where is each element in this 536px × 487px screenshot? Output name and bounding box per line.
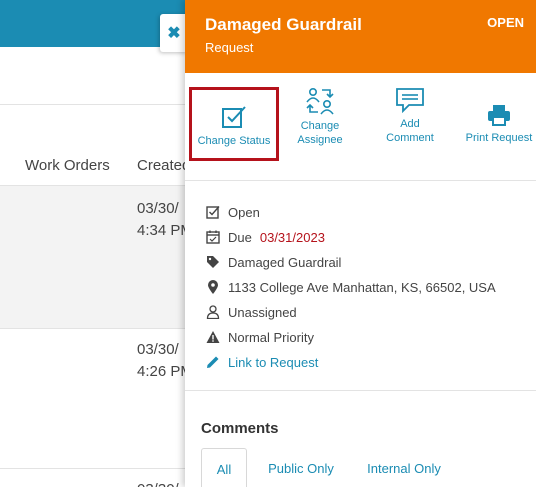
print-request-label: Print Request [465,132,533,144]
priority-text: Normal Priority [228,329,314,345]
change-assignee-label-line1: Change [300,120,340,132]
swap-users-icon [306,87,334,115]
comment-tabs: All Public Only Internal Only [201,448,536,487]
category-text: Damaged Guardrail [228,254,342,270]
detail-address: 1133 College Ave Manhattan, KS, 66502, U… [205,277,496,297]
background-divider [0,104,190,105]
user-icon [205,304,221,320]
panel-header: Damaged Guardrail Request OPEN [185,0,536,73]
comments-title: Comments [201,420,279,437]
checkbox-edit-icon [222,106,246,128]
detail-priority: Normal Priority [205,327,314,347]
table-row[interactable]: 03/30/ [0,468,190,487]
pencil-icon [205,354,221,370]
row-date: 03/30/ [137,200,179,217]
detail-due: Due 03/31/2023 [205,227,325,247]
table-row[interactable]: 03/30/ 4:34 PM [0,185,193,328]
add-comment-button[interactable]: Add Comment [373,87,447,145]
link-to-request[interactable]: Link to Request [205,352,318,372]
printer-icon [488,105,510,126]
detail-category: Damaged Guardrail [205,252,341,272]
comment-icon [396,88,424,113]
due-date: 03/31/2023 [259,229,325,245]
change-status-label: Change Status [197,135,271,147]
close-panel-button[interactable]: ✖ [160,14,188,52]
change-assignee-button[interactable]: Change Assignee [283,87,357,147]
assignee-text: Unassigned [228,304,297,320]
table-row[interactable]: 03/30/ 4:26 PM [0,328,193,468]
row-date: 03/30/ [137,341,179,358]
address-text: 1133 College Ave Manhattan, KS, 66502, U… [228,279,496,295]
change-assignee-label-line2: Assignee [297,134,343,146]
panel-subtitle: Request [205,40,254,55]
section-divider [185,390,536,391]
print-request-button[interactable]: Print Request [463,103,535,145]
warning-icon [205,329,221,345]
calendar-icon [205,229,221,245]
tab-all[interactable]: All [201,448,247,487]
column-work-orders[interactable]: Work Orders [25,157,110,174]
checkbox-icon [205,204,221,220]
tab-internal-only[interactable]: Internal Only [359,448,449,487]
detail-status: Open [205,202,260,222]
tab-public-only[interactable]: Public Only [259,448,343,487]
request-panel: Damaged Guardrail Request OPEN Change St… [185,0,536,487]
panel-title: Damaged Guardrail [205,15,362,34]
add-comment-label-line2: Comment [386,132,434,144]
map-pin-icon [205,279,221,295]
add-comment-label-line1: Add [400,118,420,130]
detail-assignee: Unassigned [205,302,297,322]
change-status-button[interactable]: Change Status [189,87,279,161]
link-to-request-text: Link to Request [228,354,319,370]
status-badge: OPEN [487,15,524,30]
close-icon: ✖ [167,25,181,42]
row-date: 03/30/ [137,479,179,487]
background-table-header: Work Orders Created [0,150,190,180]
detail-status-text: Open [228,204,260,220]
tag-icon [205,254,221,270]
column-created[interactable]: Created [137,157,190,174]
action-toolbar: Change Status Change Assignee Add Commen… [185,73,536,181]
due-label: Due [228,229,252,245]
